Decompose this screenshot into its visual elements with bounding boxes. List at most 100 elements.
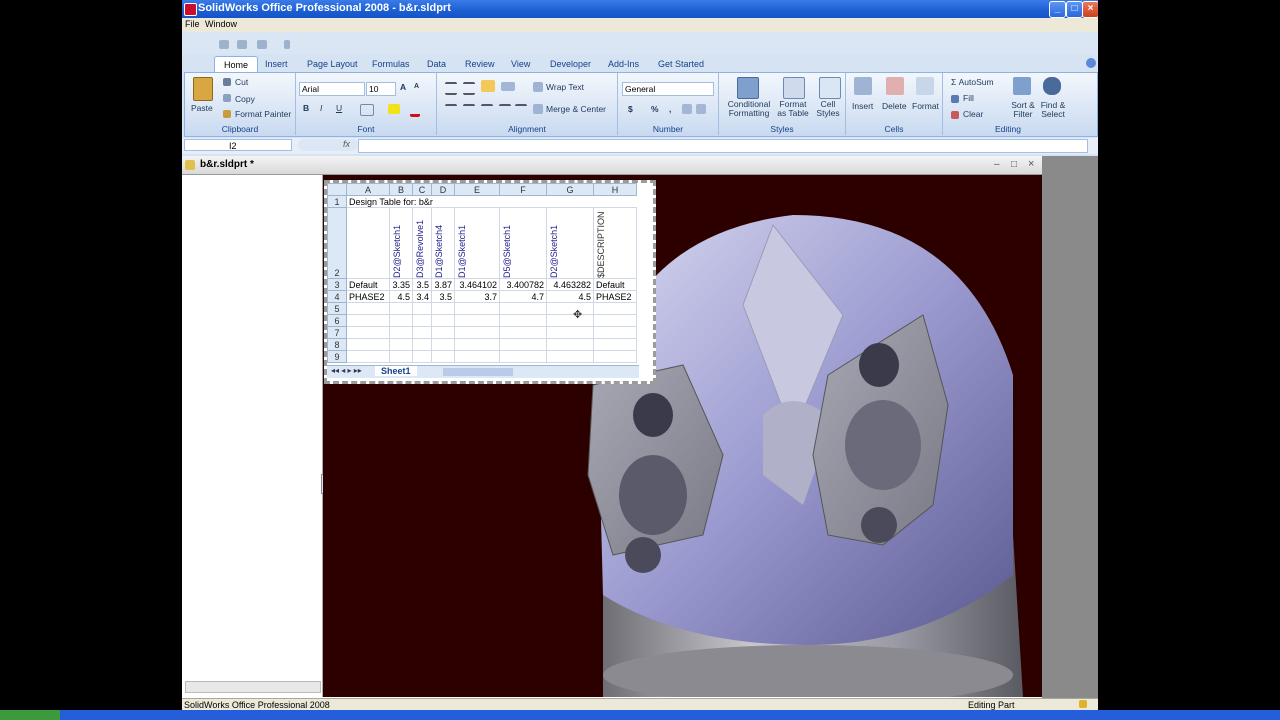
decrease-indent-icon[interactable] bbox=[499, 104, 511, 115]
rebuild-icon[interactable] bbox=[1079, 700, 1087, 708]
cell[interactable]: 4.7 bbox=[499, 290, 547, 303]
copy-button[interactable]: Copy bbox=[235, 94, 255, 104]
maximize-button[interactable]: □ bbox=[1066, 1, 1083, 18]
tab-formulas[interactable]: Formulas bbox=[363, 56, 419, 72]
sort-filter-button[interactable]: Sort & Filter bbox=[1009, 101, 1037, 119]
conditional-formatting-button[interactable]: Conditional Formatting bbox=[723, 100, 775, 118]
bold-button[interactable]: B bbox=[303, 103, 309, 113]
font-color-icon[interactable] bbox=[410, 104, 420, 117]
cell[interactable]: 3.35 bbox=[389, 278, 413, 291]
tab-developer[interactable]: Developer bbox=[541, 56, 600, 72]
autosum-button[interactable]: Σ AutoSum bbox=[951, 77, 994, 87]
doc-close-button[interactable]: × bbox=[1028, 158, 1034, 170]
tab-sheet1[interactable]: Sheet1 bbox=[375, 366, 417, 376]
shrink-font-icon[interactable]: A bbox=[414, 83, 419, 90]
clear-button[interactable]: Clear bbox=[963, 109, 983, 119]
align-bottom-icon[interactable] bbox=[481, 80, 495, 92]
cell[interactable]: 4.5 bbox=[389, 290, 413, 303]
column-header[interactable]: F bbox=[499, 183, 547, 196]
underline-button[interactable]: U bbox=[336, 103, 342, 113]
align-middle-icon[interactable] bbox=[463, 82, 475, 95]
cell[interactable]: 3.464102 bbox=[454, 278, 500, 291]
tab-home[interactable]: Home bbox=[214, 56, 259, 73]
column-header[interactable]: C bbox=[412, 183, 432, 196]
align-center-icon[interactable] bbox=[463, 104, 475, 115]
cell[interactable] bbox=[346, 207, 390, 279]
format-cells-button[interactable]: Format bbox=[912, 101, 939, 111]
merge-center-button[interactable]: Merge & Center bbox=[546, 104, 606, 114]
solidworks-app-icon[interactable] bbox=[184, 3, 197, 16]
cell-styles-button[interactable]: Cell Styles bbox=[813, 100, 843, 118]
align-left-icon[interactable] bbox=[445, 104, 457, 115]
tab-get-started[interactable]: Get Started bbox=[649, 56, 713, 72]
tab-data[interactable]: Data bbox=[418, 56, 455, 72]
undo-icon[interactable] bbox=[237, 40, 247, 49]
sheet-nav-buttons[interactable]: ◂◂ ◂ ▸ ▸▸ bbox=[331, 366, 362, 375]
align-right-icon[interactable] bbox=[481, 104, 493, 115]
wrap-text-button[interactable]: Wrap Text bbox=[546, 82, 584, 92]
cell[interactable]: PHASE2 bbox=[593, 290, 637, 303]
save-icon[interactable] bbox=[219, 40, 229, 49]
tab-view[interactable]: View bbox=[502, 56, 539, 72]
name-box[interactable]: I2 bbox=[184, 139, 292, 151]
param-header-cell[interactable]: D2@Sketch1 bbox=[546, 207, 594, 279]
cell[interactable]: Default bbox=[593, 278, 637, 291]
column-header[interactable]: B bbox=[389, 183, 413, 196]
row-header[interactable]: 8 bbox=[327, 338, 347, 351]
fill-color-icon[interactable] bbox=[388, 104, 400, 114]
pane-scrollbar[interactable] bbox=[185, 681, 321, 693]
delete-cells-button[interactable]: Delete bbox=[882, 101, 907, 111]
param-header-cell[interactable]: D2@Sketch1 bbox=[389, 207, 413, 279]
font-size-select[interactable]: 10 bbox=[366, 82, 396, 96]
insert-cells-button[interactable]: Insert bbox=[852, 101, 873, 111]
start-button[interactable] bbox=[0, 710, 60, 720]
select-all-corner[interactable] bbox=[327, 183, 347, 196]
row-header[interactable]: 7 bbox=[327, 326, 347, 339]
config-name-cell[interactable]: Default bbox=[346, 278, 390, 291]
cell[interactable]: 3.5 bbox=[431, 290, 455, 303]
param-header-cell[interactable]: D1@Sketch4 bbox=[431, 207, 455, 279]
increase-indent-icon[interactable] bbox=[515, 104, 527, 115]
tab-review[interactable]: Review bbox=[456, 56, 504, 72]
tab-insert[interactable]: Insert bbox=[256, 56, 297, 72]
column-header[interactable]: G bbox=[546, 183, 594, 196]
format-as-table-button[interactable]: Format as Table bbox=[775, 100, 811, 118]
cell[interactable]: 3.4 bbox=[412, 290, 432, 303]
row-header[interactable]: 4 bbox=[327, 290, 347, 303]
close-button[interactable]: × bbox=[1082, 1, 1098, 18]
sheet-hscroll[interactable] bbox=[443, 368, 513, 376]
column-header[interactable]: H bbox=[593, 183, 637, 196]
redo-icon[interactable] bbox=[257, 40, 267, 49]
param-header-cell[interactable]: D1@Sketch1 bbox=[454, 207, 500, 279]
tab-page-layout[interactable]: Page Layout bbox=[298, 56, 367, 72]
currency-button[interactable]: $ bbox=[628, 104, 633, 114]
cut-button[interactable]: Cut bbox=[235, 77, 248, 87]
customize-qat-icon[interactable] bbox=[284, 40, 290, 49]
column-header[interactable]: A bbox=[346, 183, 390, 196]
row-header[interactable]: 3 bbox=[327, 278, 347, 291]
percent-button[interactable]: % bbox=[651, 104, 659, 114]
grow-font-icon[interactable]: A bbox=[400, 82, 406, 92]
orientation-icon[interactable] bbox=[501, 82, 515, 91]
design-table-spreadsheet[interactable]: A B C D E F G H 1 Design Table for: b&r … bbox=[324, 180, 656, 384]
column-header[interactable]: E bbox=[454, 183, 500, 196]
font-name-select[interactable]: Arial bbox=[299, 82, 365, 96]
cell[interactable]: 3.400782 bbox=[499, 278, 547, 291]
doc-minimize-button[interactable]: – bbox=[994, 159, 1000, 170]
row-header[interactable]: 2 bbox=[327, 207, 347, 279]
param-header-cell[interactable]: $DESCRIPTION bbox=[593, 207, 637, 279]
column-header[interactable]: D bbox=[431, 183, 455, 196]
borders-icon[interactable] bbox=[360, 104, 374, 116]
find-select-button[interactable]: Find & Select bbox=[1039, 101, 1067, 119]
comma-button[interactable]: , bbox=[669, 104, 671, 114]
cell[interactable]: 3.87 bbox=[431, 278, 455, 291]
align-top-icon[interactable] bbox=[445, 82, 457, 95]
param-header-cell[interactable]: D3@Revolve1 bbox=[412, 207, 432, 279]
number-format-select[interactable]: General bbox=[622, 82, 714, 96]
fill-button[interactable]: Fill bbox=[963, 93, 974, 103]
row-header[interactable]: 6 bbox=[327, 314, 347, 327]
menu-window[interactable]: Window bbox=[205, 19, 237, 29]
param-header-cell[interactable]: D5@Sketch1 bbox=[499, 207, 547, 279]
row-header[interactable]: 9 bbox=[327, 350, 347, 363]
tab-add-ins[interactable]: Add-Ins bbox=[599, 56, 648, 72]
